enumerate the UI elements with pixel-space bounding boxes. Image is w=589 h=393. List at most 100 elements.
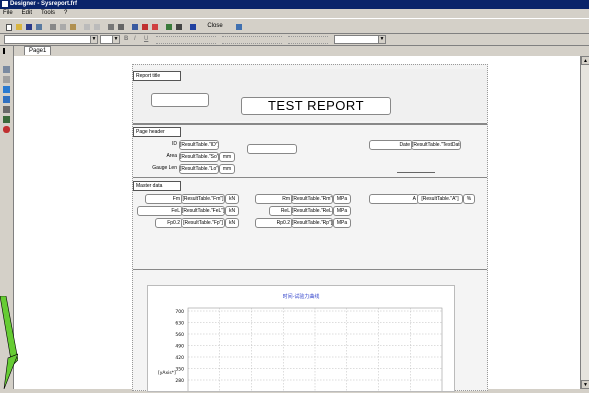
chevron-down-icon: ▼ — [112, 36, 119, 43]
band-icon[interactable] — [140, 22, 150, 32]
select-tool-icon[interactable] — [3, 48, 7, 54]
font-size-select[interactable]: ▼ — [100, 35, 120, 44]
shape-tool-icon[interactable] — [3, 126, 10, 133]
preview-icon[interactable] — [34, 22, 44, 32]
title-band-label[interactable]: Report title — [133, 71, 181, 81]
help-icon[interactable] — [188, 22, 198, 32]
redo-icon[interactable] — [92, 22, 102, 32]
id-field[interactable]: [ResultTable."ID"] — [179, 140, 219, 150]
page-header-band-label[interactable]: Page header — [133, 127, 181, 137]
fp-unit[interactable]: kN — [225, 218, 239, 228]
grid-icon[interactable] — [116, 22, 126, 32]
close-button[interactable]: Close — [202, 22, 228, 30]
date-field[interactable]: [ResultTable."TestDate"] — [411, 140, 461, 150]
picture-tool-icon[interactable] — [3, 86, 10, 93]
report-page[interactable]: Report title TEST REPORT Page header ID … — [132, 64, 488, 393]
fit-icon[interactable] — [234, 22, 244, 32]
y-tick-label: 560 — [175, 332, 184, 338]
fel-unit[interactable]: kN — [225, 206, 239, 216]
green-arrow-icon — [0, 296, 18, 389]
y-tick-label: 280 — [175, 378, 184, 384]
chart-object[interactable]: 时间-试验力曲线 700 630 560 490 420 350 280 [yAxis*] — [147, 285, 455, 393]
fm-field[interactable]: [ResultTable."Fm"] — [181, 194, 225, 204]
master-band-label[interactable]: Master data — [133, 181, 181, 191]
rm-unit[interactable]: MPa — [333, 194, 351, 204]
save-icon[interactable] — [24, 22, 34, 32]
frame-icons[interactable] — [222, 36, 282, 44]
menu-file[interactable]: File — [3, 10, 13, 16]
title-bar: Designer - Sysreport.frf — [0, 0, 589, 9]
band-divider — [133, 123, 487, 125]
band-tool-icon[interactable] — [3, 76, 10, 83]
report-title-text[interactable]: TEST REPORT — [241, 97, 391, 115]
vertical-scrollbar[interactable]: ▲ ▼ — [580, 56, 589, 389]
italic-icon[interactable]: I — [134, 35, 140, 43]
area-field[interactable]: [ResultTable."So"] — [179, 152, 219, 162]
date-label[interactable]: Date — [369, 140, 413, 150]
header-empty-field[interactable] — [247, 144, 297, 154]
fel-label[interactable]: FeL — [137, 206, 183, 216]
format-toolbar: ▼ ▼ B I U ▼ — [0, 33, 589, 46]
tab-page1[interactable]: Page1 — [24, 46, 52, 55]
delete-page-icon[interactable] — [150, 22, 160, 32]
main-toolbar: Close — [0, 18, 589, 34]
alignment-icons[interactable] — [156, 36, 216, 44]
rel-field[interactable]: [ResultTable."ReL"] — [291, 206, 333, 216]
a-unit[interactable]: % — [463, 194, 475, 204]
signature-line — [397, 172, 435, 173]
rp-field[interactable]: [ResultTable."Rp"] — [291, 218, 333, 228]
new-icon[interactable] — [4, 22, 14, 32]
window-title: Designer - Sysreport.frf — [10, 1, 78, 7]
chart-tool-icon[interactable] — [3, 116, 10, 123]
align-icon[interactable] — [106, 22, 116, 32]
copy-icon[interactable] — [58, 22, 68, 32]
rm-field[interactable]: [ResultTable."Rm"] — [291, 194, 333, 204]
paste-icon[interactable] — [68, 22, 78, 32]
menu-tools[interactable]: Tools — [41, 10, 55, 16]
frame-width-select[interactable]: ▼ — [334, 35, 386, 44]
line-style-icons[interactable] — [288, 36, 328, 44]
menu-bar: File Edit Tools? — [0, 9, 589, 18]
gauge-unit[interactable]: mm — [219, 164, 235, 174]
title-empty-field[interactable] — [151, 93, 209, 107]
a-label[interactable]: A — [369, 194, 419, 204]
fp-field[interactable]: [ResultTable."Fp"] — [181, 218, 225, 228]
menu-edit[interactable]: Edit — [22, 10, 32, 16]
fm-unit[interactable]: kN — [225, 194, 239, 204]
scroll-down-icon[interactable]: ▼ — [581, 380, 589, 389]
subreport-tool-icon[interactable] — [3, 96, 10, 103]
id-label[interactable]: ID — [161, 140, 177, 148]
area-unit[interactable]: mm — [219, 152, 235, 162]
text-tool-icon[interactable] — [3, 66, 10, 73]
dataset-icon[interactable] — [164, 22, 174, 32]
rm-label[interactable]: Rm — [255, 194, 293, 204]
rp-unit[interactable]: MPa — [333, 218, 351, 228]
gauge-label[interactable]: Gauge Len — [143, 164, 177, 172]
rel-unit[interactable]: MPa — [333, 206, 351, 216]
fp-label[interactable]: Fp0.2 — [155, 218, 183, 228]
menu-help[interactable]: ? — [64, 10, 67, 16]
app-icon — [2, 1, 8, 7]
y-tick-label: 700 — [175, 309, 184, 315]
line-tool-icon[interactable] — [3, 106, 10, 113]
area-label[interactable]: Area — [147, 152, 177, 160]
underline-icon[interactable]: U — [144, 35, 150, 43]
undo-icon[interactable] — [82, 22, 92, 32]
variables-icon[interactable] — [174, 22, 184, 32]
chevron-down-icon: ▼ — [378, 36, 385, 43]
open-icon[interactable] — [14, 22, 24, 32]
page-icon[interactable] — [130, 22, 140, 32]
cut-icon[interactable] — [48, 22, 58, 32]
font-name-select[interactable]: ▼ — [4, 35, 98, 44]
bold-icon[interactable]: B — [124, 35, 130, 43]
scroll-up-icon[interactable]: ▲ — [581, 56, 589, 65]
rel-label[interactable]: ReL — [269, 206, 293, 216]
band-divider — [133, 177, 487, 178]
a-field[interactable]: [ResultTable."A"] — [417, 194, 463, 204]
chart-title: 时间-试验力曲线 — [283, 293, 320, 300]
fm-label[interactable]: Fm — [145, 194, 183, 204]
gauge-field[interactable]: [ResultTable."Lo"] — [179, 164, 219, 174]
y-tick-label: 420 — [175, 355, 184, 361]
rp-label[interactable]: Rp0.2 — [255, 218, 293, 228]
fel-field[interactable]: [ResultTable."FeL"] — [181, 206, 225, 216]
